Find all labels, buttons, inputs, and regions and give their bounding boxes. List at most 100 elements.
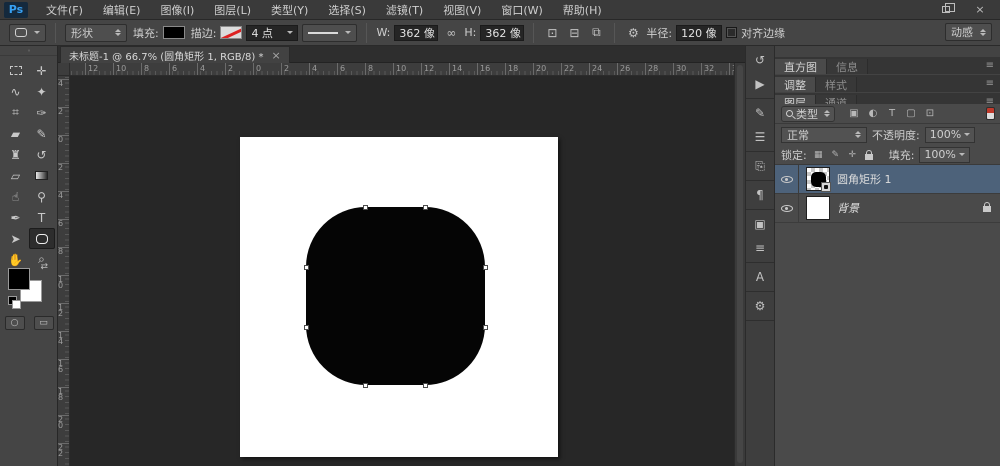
menu-item-5[interactable]: 选择(S): [318, 0, 376, 19]
path-operations-icon[interactable]: ⊡: [543, 24, 561, 42]
tab-close-icon[interactable]: ×: [271, 49, 280, 62]
pen-tool[interactable]: ✒: [3, 207, 29, 228]
history-panel-icon[interactable]: ↺: [749, 49, 771, 71]
lock-all-icon[interactable]: [863, 148, 876, 161]
rounded-rectangle-shape[interactable]: [306, 207, 485, 385]
panel-tab-样式[interactable]: 样式: [816, 77, 857, 92]
panel-tab-直方图[interactable]: 直方图: [775, 59, 827, 74]
brush-presets-panel-icon[interactable]: ☰: [749, 126, 771, 148]
panel-menu-icon[interactable]: ≡: [986, 60, 994, 71]
rectangular-marquee-tool[interactable]: [3, 60, 29, 81]
brush-panel-icon[interactable]: ✎: [749, 102, 771, 124]
link-dimensions-icon[interactable]: ∞: [442, 24, 460, 42]
filter-shape-layers-icon[interactable]: ▢: [903, 106, 919, 121]
workspace-select[interactable]: 动感: [945, 23, 992, 41]
menu-item-6[interactable]: 滤镜(T): [376, 0, 433, 19]
gradient-tool[interactable]: [29, 165, 55, 186]
layer-thumbnail[interactable]: [806, 167, 830, 191]
photoshop-logo-icon[interactable]: Ps: [4, 2, 28, 18]
filter-smart-objects-icon[interactable]: ⊡: [922, 106, 938, 121]
menu-item-0[interactable]: 文件(F): [36, 0, 93, 19]
quick-mask-button[interactable]: ○: [5, 316, 25, 330]
panel-tab-调整[interactable]: 调整: [775, 77, 816, 92]
healing-brush-tool[interactable]: ▰: [3, 123, 29, 144]
rounded-rectangle-tool[interactable]: [29, 228, 55, 249]
type-tool[interactable]: T: [29, 207, 55, 228]
layer-filter-toggle[interactable]: [986, 107, 995, 120]
shape-anchor-point[interactable]: [483, 325, 488, 330]
shape-anchor-point[interactable]: [304, 325, 309, 330]
shape-height-field[interactable]: 362 像: [480, 25, 524, 41]
blend-mode-select[interactable]: 正常: [781, 127, 867, 143]
stroke-options-button[interactable]: [302, 24, 357, 42]
vertical-scrollbar[interactable]: [734, 63, 745, 466]
history-brush-tool[interactable]: ↺: [29, 144, 55, 165]
menu-item-3[interactable]: 图层(L): [204, 0, 261, 19]
shape-width-field[interactable]: 362 像: [394, 25, 438, 41]
fill-swatch[interactable]: [163, 26, 185, 39]
layer-comps-panel-icon[interactable]: ▣: [749, 213, 771, 235]
tool-mode-select[interactable]: 形状: [65, 24, 127, 42]
menu-item-4[interactable]: 类型(Y): [261, 0, 318, 19]
opacity-select[interactable]: 100%: [925, 127, 975, 143]
layer-row[interactable]: 圆角矩形 1: [775, 165, 1000, 194]
path-arrangement-icon[interactable]: ⧉: [587, 24, 605, 42]
smudge-tool[interactable]: ☝: [3, 186, 29, 207]
canvas[interactable]: [240, 137, 558, 457]
filter-pixel-layers-icon[interactable]: ▣: [846, 106, 862, 121]
shape-anchor-point[interactable]: [363, 205, 368, 210]
visibility-cell[interactable]: [775, 165, 799, 193]
clone-stamp-tool[interactable]: ♜: [3, 144, 29, 165]
actions-panel-icon[interactable]: ▶: [749, 73, 771, 95]
document-tab[interactable]: 未标题-1 @ 66.7% (圆角矩形 1, RGB/8) * ×: [60, 46, 290, 63]
shape-anchor-point[interactable]: [363, 383, 368, 388]
close-window-button[interactable]: ×: [970, 3, 990, 17]
quick-selection-tool[interactable]: ✦: [29, 81, 55, 102]
shape-anchor-point[interactable]: [423, 383, 428, 388]
clone-source-panel-icon[interactable]: ⎘: [749, 155, 771, 177]
menu-item-7[interactable]: 视图(V): [433, 0, 491, 19]
notes-panel-icon[interactable]: ≡: [749, 237, 771, 259]
filter-adjustment-layers-icon[interactable]: ◐: [865, 106, 881, 121]
filter-type-layers-icon[interactable]: T: [884, 106, 900, 121]
pasteboard[interactable]: [70, 76, 734, 466]
character-panel-icon[interactable]: A: [749, 266, 771, 288]
character-styles-panel-icon[interactable]: ⚙: [749, 295, 771, 317]
lock-transparency-icon[interactable]: ▦: [812, 148, 825, 161]
panel-menu-icon[interactable]: ≡: [986, 78, 994, 89]
brush-tool[interactable]: ✎: [29, 123, 55, 144]
dodge-tool[interactable]: ⚲: [29, 186, 55, 207]
tools-panel-grip[interactable]: [0, 46, 57, 56]
lock-pixels-icon[interactable]: ✎: [829, 148, 842, 161]
eraser-tool[interactable]: ▱: [3, 165, 29, 186]
menu-item-1[interactable]: 编辑(E): [93, 0, 151, 19]
menu-item-2[interactable]: 图像(I): [150, 0, 204, 19]
screen-mode-button[interactable]: ▭: [34, 316, 54, 330]
lock-position-icon[interactable]: ✛: [846, 148, 859, 161]
move-tool[interactable]: ✛: [29, 60, 55, 81]
stroke-swatch[interactable]: [220, 26, 242, 39]
menu-item-9[interactable]: 帮助(H): [553, 0, 612, 19]
crop-tool[interactable]: ⌗: [3, 102, 29, 123]
shape-anchor-point[interactable]: [483, 265, 488, 270]
panel-tab-信息[interactable]: 信息: [827, 59, 868, 74]
shape-anchor-point[interactable]: [304, 265, 309, 270]
layer-filter-kind-select[interactable]: 类型: [781, 106, 835, 122]
tool-preset-button[interactable]: [9, 24, 46, 42]
stroke-width-field[interactable]: 4 点: [246, 25, 298, 41]
radius-field[interactable]: 120 像: [676, 25, 722, 41]
layer-thumbnail[interactable]: [806, 196, 830, 220]
menu-item-8[interactable]: 窗口(W): [491, 0, 552, 19]
paragraph-panel-icon[interactable]: ¶: [749, 184, 771, 206]
path-selection-tool[interactable]: ➤: [3, 228, 29, 249]
restore-window-button[interactable]: [936, 3, 956, 17]
swap-colors-icon[interactable]: ⇄: [40, 262, 48, 272]
shape-anchor-point[interactable]: [423, 205, 428, 210]
align-edges-checkbox[interactable]: [726, 27, 737, 38]
lasso-tool[interactable]: ∿: [3, 81, 29, 102]
fill-opacity-select[interactable]: 100%: [919, 147, 969, 163]
default-colors-icon[interactable]: [8, 296, 17, 305]
visibility-cell[interactable]: [775, 194, 799, 222]
gear-icon[interactable]: ⚙: [624, 24, 642, 42]
foreground-color-swatch[interactable]: [8, 268, 30, 290]
